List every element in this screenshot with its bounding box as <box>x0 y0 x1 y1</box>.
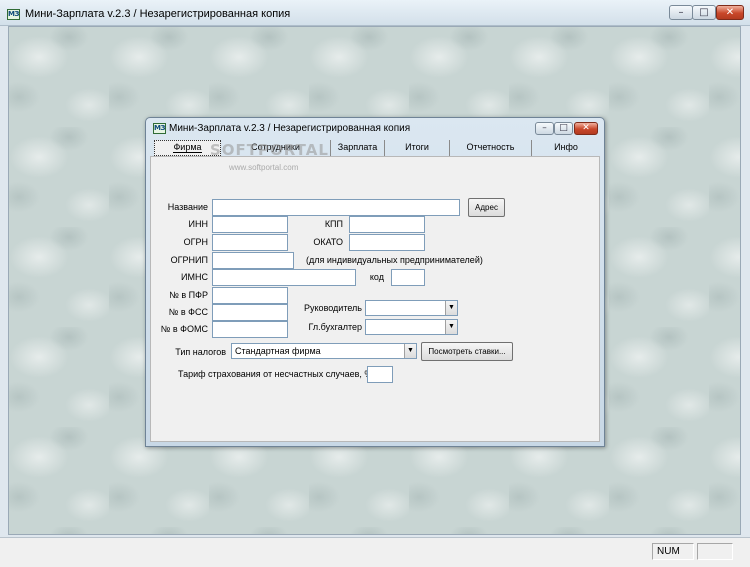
watermark-url: www.softportal.com <box>229 163 299 172</box>
name-field[interactable] <box>212 199 460 216</box>
kpp-label: КПП <box>324 219 343 229</box>
accountant-label: Гл.бухгалтер <box>308 322 362 332</box>
ogrnip-field[interactable] <box>212 252 294 269</box>
imns-label: ИМНС <box>181 272 208 282</box>
fss-label: № в ФСС <box>168 307 208 317</box>
child-minimize-button[interactable]: – <box>535 122 554 135</box>
kpp-field[interactable] <box>349 216 425 233</box>
child-close-button[interactable]: ✕ <box>574 122 598 135</box>
address-button[interactable]: Адрес <box>468 198 505 217</box>
app-title-bar[interactable]: МЗ Мини-Зарплата v.2.3 / Незарегистриров… <box>0 0 750 26</box>
imns-field[interactable] <box>212 269 356 286</box>
ogrn-label: ОГРН <box>183 237 208 247</box>
chevron-down-icon[interactable]: ▼ <box>445 301 457 315</box>
ogrn-field[interactable] <box>212 234 288 251</box>
ogrnip-label: ОГРНИП <box>170 255 208 265</box>
status-bar: NUM <box>0 537 750 567</box>
num-lock-indicator: NUM <box>652 543 694 560</box>
child-window[interactable]: МЗ Мини-Зарплата v.2.3 / Незарегистриров… <box>145 117 605 447</box>
child-window-title: Мини-Зарплата v.2.3 / Незарегистрированн… <box>169 123 411 134</box>
tab-salary[interactable]: Зарплата <box>331 140 385 156</box>
tab-reports[interactable]: Отчетность <box>450 140 532 156</box>
child-app-icon: МЗ <box>153 123 166 134</box>
view-rates-button[interactable]: Посмотреть ставки... <box>421 342 513 361</box>
tax-type-select[interactable]: Стандартная фирма ▼ <box>231 343 417 359</box>
child-maximize-button[interactable]: □ <box>554 122 573 135</box>
foms-field[interactable] <box>212 321 288 338</box>
tax-type-value: Стандартная фирма <box>235 346 321 356</box>
chevron-down-icon[interactable]: ▼ <box>404 344 416 358</box>
app-title: Мини-Зарплата v.2.3 / Незарегистрированн… <box>25 8 291 20</box>
chevron-down-icon[interactable]: ▼ <box>445 320 457 334</box>
name-label: Название <box>167 202 208 212</box>
firm-panel: Название Адрес ИНН КПП ОГРН ОКАТО ОГРНИП… <box>150 156 600 442</box>
okato-field[interactable] <box>349 234 425 251</box>
okato-label: ОКАТО <box>313 237 343 247</box>
maximize-button[interactable]: □ <box>692 5 716 20</box>
pfr-field[interactable] <box>212 287 288 304</box>
code-field[interactable] <box>391 269 425 286</box>
tab-totals[interactable]: Итоги <box>385 140 450 156</box>
director-label: Руководитель <box>304 303 362 313</box>
ogrnip-note: (для индивидуальных предпринимателей) <box>306 255 483 265</box>
pfr-label: № в ПФР <box>169 290 208 300</box>
foms-label: № в ФОМС <box>160 324 208 334</box>
watermark-brand: SOFTPORTAL <box>210 141 329 159</box>
director-select[interactable]: ▼ <box>365 300 458 316</box>
close-button[interactable]: ✕ <box>716 5 744 20</box>
tax-type-label: Тип налогов <box>175 347 226 357</box>
minimize-button[interactable]: – <box>669 5 693 20</box>
insurance-rate-label: Тариф страхования от несчастных случаев,… <box>178 369 373 379</box>
inn-field[interactable] <box>212 216 288 233</box>
fss-field[interactable] <box>212 304 288 321</box>
tab-info[interactable]: Инфо <box>532 140 600 156</box>
accountant-select[interactable]: ▼ <box>365 319 458 335</box>
inn-label: ИНН <box>188 219 208 229</box>
app-icon: МЗ <box>7 9 20 20</box>
status-pane-empty <box>697 543 733 560</box>
insurance-rate-field[interactable] <box>367 366 393 383</box>
code-label: код <box>369 272 384 282</box>
